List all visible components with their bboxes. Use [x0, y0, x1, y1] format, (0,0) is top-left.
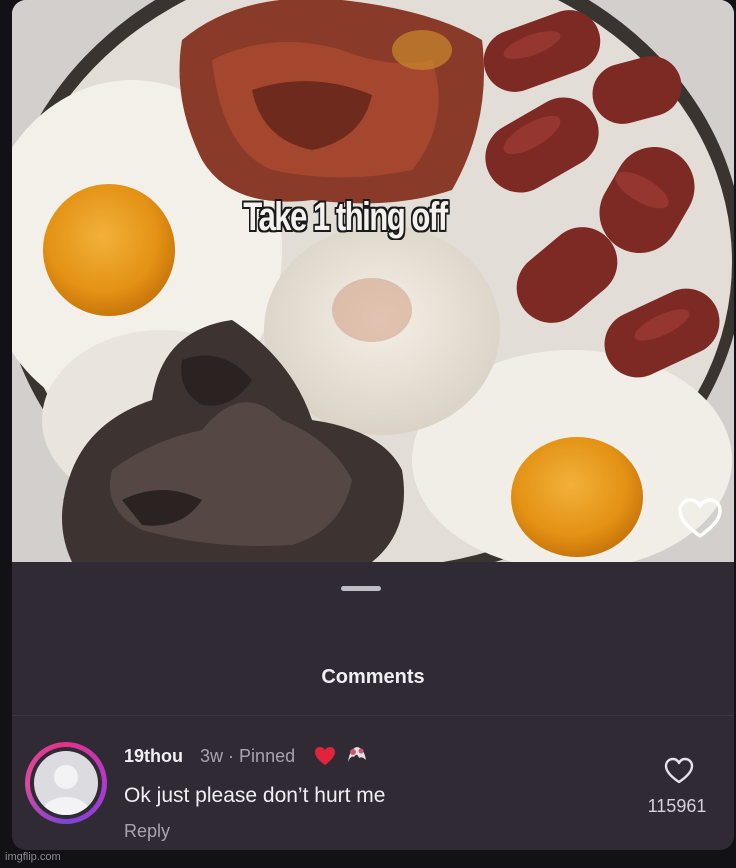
avatar: [34, 751, 98, 815]
like-count: 115961: [647, 796, 707, 816]
meta-separator: ·: [228, 746, 235, 766]
heart-outline-icon[interactable]: [676, 496, 724, 540]
post-photo[interactable]: Take 1 thing off: [12, 0, 734, 562]
commenter-avatar[interactable]: [25, 742, 107, 824]
creator-avatar-icon: [343, 741, 371, 769]
comments-title: Comments: [321, 666, 425, 688]
comment-username[interactable]: 19thou: [124, 746, 183, 767]
comment-text: Ok just please don’t hurt me: [124, 784, 386, 807]
heart-outline-icon[interactable]: [664, 757, 694, 785]
divider: [12, 715, 734, 716]
red-heart-icon: [315, 747, 335, 765]
post-frame: Take 1 thing off Comments 19thou 3w · Pi…: [12, 0, 734, 850]
comment-age: 3w: [200, 746, 224, 766]
comment-meta: 3w · Pinned: [200, 746, 295, 767]
sheet-drag-handle[interactable]: [341, 586, 381, 591]
breakfast-plate-image: [12, 0, 734, 562]
watermark: imgflip.com: [5, 851, 61, 863]
reply-button[interactable]: Reply: [124, 821, 170, 842]
pinned-label: Pinned: [239, 746, 296, 766]
default-user-icon: [42, 765, 90, 815]
comments-sheet: Comments 19thou 3w · Pinned Ok just plea…: [12, 562, 734, 850]
post-caption: Take 1 thing off: [243, 195, 448, 239]
